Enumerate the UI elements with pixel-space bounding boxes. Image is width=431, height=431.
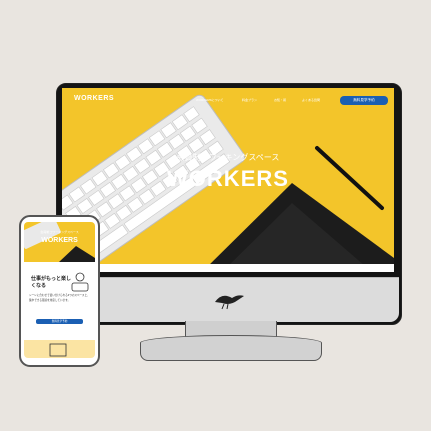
person-illustration-icon <box>71 272 89 292</box>
monitor-chin <box>57 277 399 322</box>
bird-logo-icon <box>215 295 244 310</box>
mobile-logo: WORKERS <box>41 237 78 244</box>
mobile-body-text: シーンに合わせて使い分けられる3つのスペースと、集中できる環境を用意しています。 <box>29 294 90 302</box>
hero-subtitle: 会員制コワーキングスペース <box>176 153 280 162</box>
top-nav: WORKERS WORKERSについて 料金プラン お知・報 よくある質問 無料… <box>62 88 394 108</box>
site-logo[interactable]: WORKERS <box>74 95 114 102</box>
workspace-illustration-icon <box>49 343 67 357</box>
free-tour-button[interactable]: 無料見学予約 <box>340 96 388 105</box>
nav-link-news[interactable]: お知・報 <box>274 98 286 102</box>
mobile-bottom-section <box>24 340 95 358</box>
desktop-screen: WORKERS WORKERSについて 料金プラン お知・報 よくある質問 無料… <box>62 88 394 272</box>
nav-link-about[interactable]: WORKERSについて <box>196 98 223 102</box>
monitor-foot <box>140 335 322 361</box>
mobile-tour-button[interactable]: 無料見学予約 <box>36 319 83 324</box>
phone-screen: 会員制コワーキングスペース WORKERS 仕事がもっと楽しくなる シーンに合わ… <box>24 222 95 358</box>
mobile-hero: 会員制コワーキングスペース WORKERS <box>24 222 95 262</box>
mobile-hero-subtitle: 会員制コワーキングスペース <box>40 230 79 234</box>
nav-link-faq[interactable]: よくある質問 <box>302 98 320 102</box>
nav-link-pricing[interactable]: 料金プラン <box>242 98 257 102</box>
hero-title: WORKERS <box>167 166 289 191</box>
mobile-heading: 仕事がもっと楽しくなる <box>31 276 72 289</box>
